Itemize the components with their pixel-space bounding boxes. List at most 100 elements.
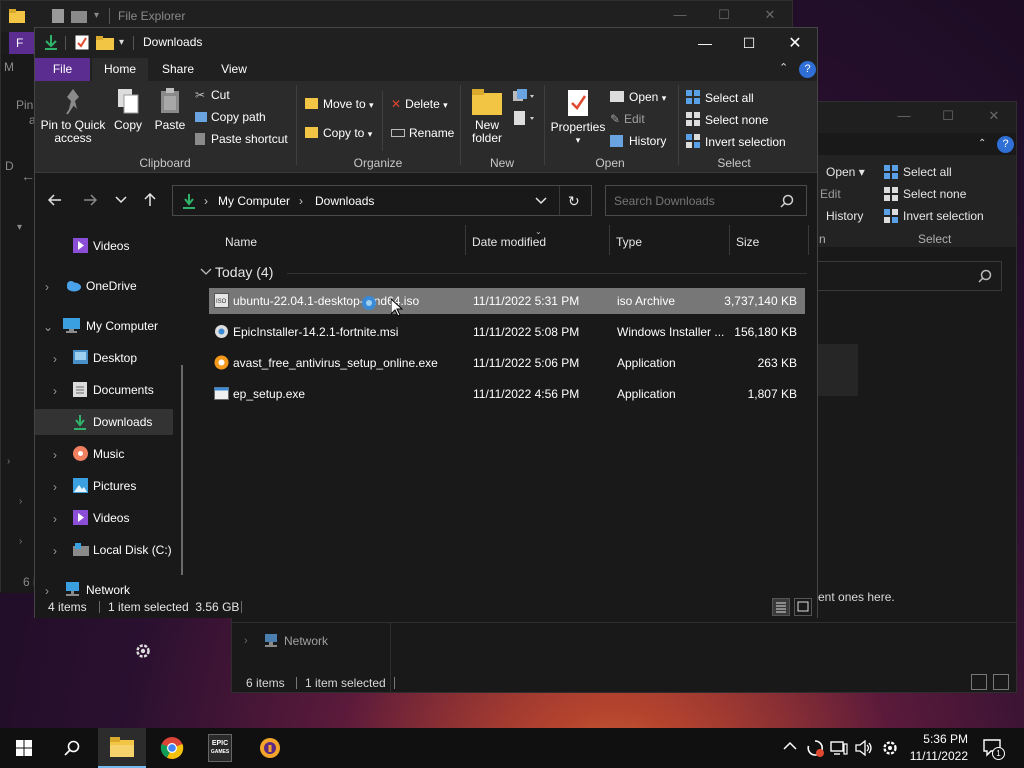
group-header-today[interactable]: Today (4)	[215, 264, 273, 280]
chevron-down-icon[interactable]	[200, 268, 212, 276]
bg2-edit-button[interactable]: Edit	[820, 187, 841, 201]
minimize-button[interactable]: —	[671, 7, 689, 25]
chevron-right-icon[interactable]: ›	[53, 384, 65, 398]
breadcrumb-my-computer[interactable]: My Computer	[218, 194, 290, 208]
chevron-right-icon[interactable]: ›	[204, 194, 208, 208]
breadcrumb-downloads[interactable]: Downloads	[315, 194, 374, 208]
chevron-right-icon[interactable]: ›	[53, 448, 65, 462]
tab-home[interactable]: Home	[92, 58, 148, 81]
taskbar-brave[interactable]	[246, 728, 294, 768]
taskbar-file-explorer[interactable]	[98, 728, 146, 768]
large-icons-view-button[interactable]	[993, 674, 1009, 690]
chevron-down-icon[interactable]: ▾	[119, 37, 124, 48]
table-row[interactable]: avast_free_antivirus_setup_online.exe 11…	[209, 350, 805, 376]
chevron-right-icon[interactable]: ›	[244, 635, 248, 647]
recent-locations-button[interactable]	[110, 189, 132, 211]
pin-to-quick-access-button[interactable]: Pin to Quick access	[39, 87, 107, 145]
nav-item-music[interactable]: › Music	[35, 441, 193, 467]
nav-item-documents[interactable]: › Documents	[35, 377, 193, 403]
new-folder-button[interactable]: New folder	[467, 89, 507, 145]
table-row[interactable]: EpicInstaller-14.2.1-fortnite.msi 11/11/…	[209, 319, 805, 345]
chevron-right-icon[interactable]: ›	[53, 512, 65, 526]
column-header-name[interactable]: Name	[225, 235, 257, 249]
copy-button[interactable]: Copy	[113, 87, 143, 132]
chevron-right-icon[interactable]: ›	[53, 352, 65, 366]
new-item-icon[interactable]	[513, 89, 535, 103]
search-icon[interactable]	[978, 269, 992, 283]
column-divider[interactable]	[729, 225, 730, 255]
bg2-invert-selection-button[interactable]: Invert selection	[903, 209, 984, 223]
chevron-right-icon[interactable]: ›	[53, 544, 65, 558]
bg2-history-button[interactable]: History	[826, 209, 863, 223]
file-list[interactable]: Name ⌄ Date modified Type Size Today (4)…	[195, 225, 817, 615]
address-bar[interactable]: › My Computer › Downloads ↻	[172, 185, 592, 216]
bg2-nav-network[interactable]: Network	[284, 634, 328, 648]
navigation-pane[interactable]: Videos › OneDrive ⌄ My Computer › Deskto…	[35, 225, 193, 601]
maximize-button[interactable]: ☐	[715, 7, 733, 25]
column-header-date[interactable]: Date modified	[472, 235, 546, 249]
nav-item-downloads[interactable]: Downloads	[35, 409, 173, 435]
bg2-select-all-button[interactable]: Select all	[903, 165, 952, 179]
chevron-right-icon[interactable]: ›	[7, 456, 10, 467]
search-icon[interactable]	[780, 194, 794, 208]
details-view-button[interactable]	[971, 674, 987, 690]
device-icon[interactable]	[830, 740, 848, 756]
table-row[interactable]: ep_setup.exe 11/11/2022 4:56 PM Applicat…	[209, 381, 805, 407]
select-all-button[interactable]: Select all	[686, 90, 754, 105]
open-button[interactable]: Open ▾	[610, 90, 666, 104]
search-input[interactable]	[606, 186, 776, 215]
rename-button[interactable]: Rename	[391, 126, 454, 140]
column-divider[interactable]	[465, 225, 466, 255]
taskbar-chrome[interactable]	[148, 728, 196, 768]
column-divider[interactable]	[609, 225, 610, 255]
select-none-button[interactable]: Select none	[686, 112, 768, 127]
taskbar-epic-games[interactable]: EPIC GAMES	[196, 728, 244, 768]
clock-time[interactable]: 5:36 PM	[900, 732, 968, 746]
invert-selection-button[interactable]: Invert selection	[686, 134, 786, 149]
back-arrow-icon[interactable]: ←	[21, 168, 35, 184]
help-icon[interactable]: ?	[997, 136, 1014, 153]
nav-item-local-disk[interactable]: › Local Disk (C:)	[35, 537, 193, 563]
column-header-size[interactable]: Size	[736, 235, 759, 249]
up-button[interactable]	[139, 189, 161, 211]
copy-to-button[interactable]: Copy to ▾	[305, 126, 372, 140]
forward-button[interactable]	[79, 189, 101, 211]
bg2-select-none-button[interactable]: Select none	[903, 187, 966, 201]
chevron-right-icon[interactable]: ›	[45, 584, 57, 598]
nav-item-videos-2[interactable]: › Videos	[35, 505, 193, 531]
maximize-button[interactable]: ☐	[726, 28, 772, 58]
chevron-down-icon[interactable]: ▾	[17, 222, 22, 233]
gear-icon[interactable]	[134, 642, 152, 660]
chevron-right-icon[interactable]: ›	[19, 536, 22, 547]
properties-checkbox-icon[interactable]	[75, 35, 89, 50]
collapse-ribbon-icon[interactable]: ⌃	[779, 61, 788, 74]
properties-button[interactable]: Properties ▾	[549, 89, 607, 147]
table-row[interactable]: ISO ubuntu-22.04.1-desktop-amd64.iso 11/…	[209, 288, 805, 314]
chevron-right-icon[interactable]: ›	[45, 280, 57, 294]
nav-item-my-computer[interactable]: ⌄ My Computer	[35, 313, 193, 339]
gear-icon[interactable]	[881, 739, 899, 757]
minimize-button[interactable]: —	[682, 28, 728, 58]
tab-share[interactable]: Share	[151, 58, 205, 81]
tab-file[interactable]: File	[35, 58, 90, 81]
details-view-button[interactable]	[772, 598, 790, 616]
help-icon[interactable]: ?	[799, 61, 816, 78]
volume-icon[interactable]	[855, 740, 873, 756]
history-button[interactable]: History	[610, 134, 666, 148]
nav-item-desktop[interactable]: › Desktop	[35, 345, 193, 371]
chevron-down-icon[interactable]	[535, 197, 547, 205]
file-explorer-window[interactable]: ▾ Downloads — ☐ ✕ File Home Share View ⌃…	[34, 27, 818, 618]
chevron-right-icon[interactable]: ›	[53, 480, 65, 494]
nav-pane-scrollbar[interactable]	[181, 365, 183, 575]
column-divider[interactable]	[808, 225, 809, 255]
close-button[interactable]: ✕	[984, 108, 1004, 128]
update-alert-icon[interactable]	[806, 739, 824, 757]
back-button[interactable]	[44, 189, 66, 211]
chevron-up-icon[interactable]	[783, 741, 797, 751]
large-icons-view-button[interactable]	[794, 598, 812, 616]
chevron-down-icon[interactable]: ▾	[94, 10, 99, 21]
clock-date[interactable]: 11/11/2022	[900, 749, 968, 763]
tab-file[interactable]: F	[9, 32, 35, 54]
chevron-right-icon[interactable]: ›	[19, 496, 22, 507]
copy-path-button[interactable]: Copy path	[195, 110, 266, 124]
